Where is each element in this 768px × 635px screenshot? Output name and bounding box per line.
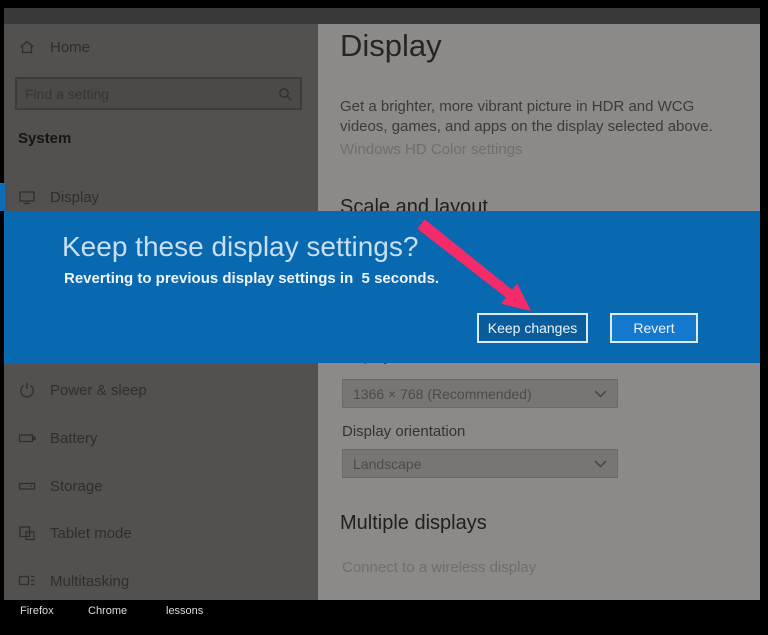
storage-icon [18,482,36,490]
sidebar-item-label: Display [50,188,100,206]
display-icon [19,191,35,205]
multitasking-icon [18,575,35,586]
settings-search[interactable] [15,77,302,110]
home-icon [20,40,34,54]
sidebar-item-display[interactable]: Display [18,188,99,206]
power-icon [20,383,34,398]
chevron-down-icon [594,459,607,468]
page-title: Display [340,28,442,63]
sidebar-item-multitasking[interactable]: Multitasking [18,572,129,590]
resolution-dropdown[interactable]: 1366 × 768 (Recommended) [342,379,618,408]
desktop-shortcut-lessons[interactable]: lessons [166,605,203,617]
battery-icon [18,434,36,443]
orientation-value: Landscape [353,455,422,472]
hd-color-settings-link[interactable]: Windows HD Color settings [340,141,523,158]
orientation-label: Display orientation [342,423,466,440]
keep-changes-button[interactable]: Keep changes [477,313,588,343]
window-titlebar [4,8,760,24]
sidebar-section-system: System [18,130,72,147]
sidebar-home-label: Home [50,38,91,56]
sidebar-item-label: Multitasking [50,572,130,590]
dialog-title: Keep these display settings? [62,231,419,262]
sidebar-item-battery[interactable]: Battery [18,429,98,447]
selected-item-accent [0,183,5,211]
sidebar-item-storage[interactable]: Storage [18,477,103,495]
sidebar-item-label: Storage [50,477,103,495]
sidebar-item-label: Power & sleep [50,381,147,399]
search-input[interactable] [17,85,278,102]
sidebar-item-home[interactable]: Home [18,38,90,56]
revert-button[interactable]: Revert [610,313,698,343]
sidebar-item-tablet-mode[interactable]: Tablet mode [18,524,132,542]
desktop-shortcut-chrome[interactable]: Chrome [88,605,127,617]
sidebar-item-power-sleep[interactable]: Power & sleep [18,381,147,399]
dialog-countdown-message: Reverting to previous display settings i… [64,270,440,287]
chevron-down-icon [594,389,607,398]
resolution-value: 1366 × 768 (Recommended) [353,385,532,402]
hdr-description: Get a brighter, more vibrant picture in … [340,98,713,135]
sidebar-item-label: Battery [50,429,98,447]
orientation-dropdown[interactable]: Landscape [342,449,618,478]
tablet-icon [19,526,35,541]
sidebar-item-label: Tablet mode [50,524,132,542]
multiple-displays-heading: Multiple displays [340,512,487,534]
wireless-display-link[interactable]: Connect to a wireless display [342,559,536,576]
desktop-shortcut-firefox[interactable]: Firefox [20,605,54,617]
search-icon [279,87,292,100]
